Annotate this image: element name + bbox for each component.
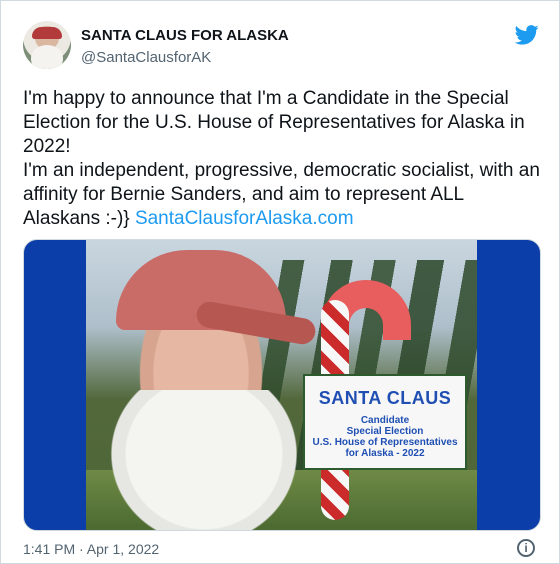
twitter-icon (515, 25, 539, 45)
avatar-hat (32, 27, 62, 39)
tweet-media[interactable]: SANTA CLAUS Candidate Special Election U… (23, 239, 541, 531)
tweet-text: I'm happy to announce that I'm a Candida… (23, 87, 543, 231)
sign-line1: Candidate (360, 415, 410, 426)
tweet-line1: I'm happy to announce that I'm a Candida… (23, 88, 525, 157)
sign-subtext: Candidate Special Election U.S. House of… (305, 415, 465, 459)
tweet-line2: I'm an independent, progressive, democra… (23, 159, 543, 231)
author-name[interactable]: SANTA CLAUS FOR ALASKA (81, 27, 289, 44)
tweet-card: SANTA CLAUS FOR ALASKA @SantaClausforAK … (0, 0, 560, 564)
sign-title: SANTA CLAUS (318, 388, 452, 408)
info-icon[interactable]: i (517, 539, 535, 557)
avatar[interactable] (23, 21, 71, 69)
avatar-beard (31, 45, 63, 69)
tweet-link[interactable]: SantaClausforAlaska.com (135, 208, 354, 229)
media-photo: SANTA CLAUS Candidate Special Election U… (86, 240, 477, 530)
santa-beard (104, 390, 304, 530)
timestamp[interactable]: 1:41 PM · Apr 1, 2022 (23, 541, 159, 557)
author-handle[interactable]: @SantaClausforAK (81, 49, 211, 66)
sign-line4: for Alaska - 2022 (345, 448, 425, 459)
campaign-sign: SANTA CLAUS Candidate Special Election U… (303, 374, 467, 470)
sign-line2: Special Election (346, 426, 424, 437)
sign-line3: U.S. House of Representatives (312, 437, 458, 448)
